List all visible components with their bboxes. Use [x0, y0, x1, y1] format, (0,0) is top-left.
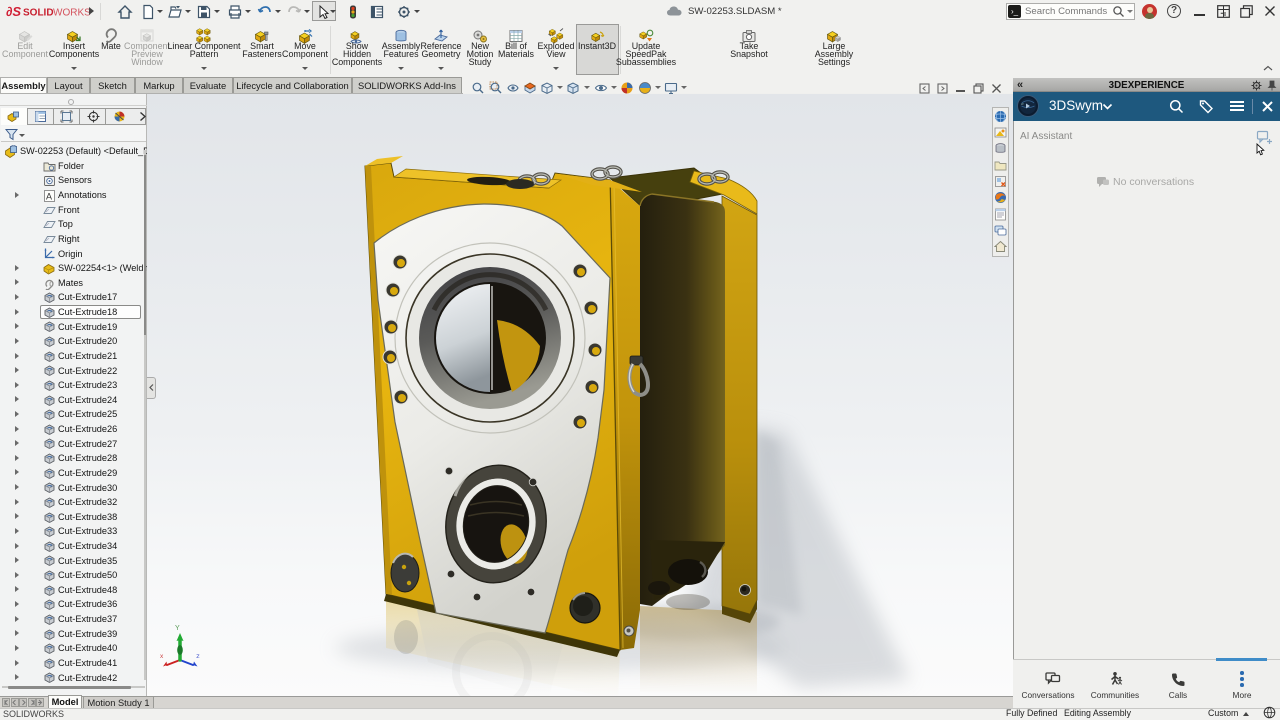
svg-text:SOLID: SOLID	[23, 8, 54, 19]
svg-text:WORKS: WORKS	[53, 8, 91, 19]
svg-text:∂S: ∂S	[6, 4, 21, 19]
svg-text:x: x	[160, 653, 164, 660]
svg-text:Y: Y	[175, 625, 180, 632]
svg-text:z: z	[196, 653, 200, 660]
svg-text:A: A	[46, 191, 52, 201]
